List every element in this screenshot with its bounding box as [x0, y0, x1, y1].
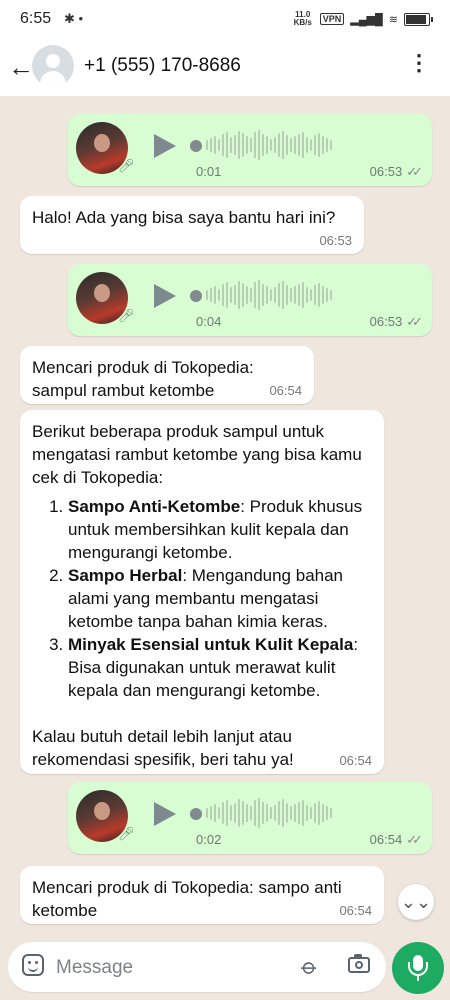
message-time: 06:53 ✓✓ — [369, 164, 423, 179]
message-time: 06:53 ✓✓ — [369, 314, 423, 329]
voice-message[interactable]: 🎤︎ 0:01 06:53 ✓✓ — [68, 114, 432, 186]
mic-icon: 🎤︎ — [118, 158, 135, 173]
slack-icon: ✱ • — [64, 11, 84, 26]
list-item: Sampo Anti-Ketombe: Produk khusus untuk … — [68, 495, 372, 564]
seek-handle[interactable] — [190, 808, 202, 820]
message-text: Mencari produk di Tokopedia: sampo anti … — [32, 878, 342, 920]
net-speed: 11.0 KB/s — [293, 10, 312, 27]
message-time: 06:54 — [339, 903, 372, 918]
list-item-title: Minyak Esensial untuk Kulit Kepala — [68, 635, 354, 654]
attach-icon[interactable]: ⌀ — [295, 953, 323, 981]
mic-icon: 🎤︎ — [118, 308, 135, 323]
list-intro: Berikut beberapa produk sampul untuk men… — [32, 422, 362, 487]
status-right-group: 11.0 KB/s VPN ▂▄▆█ ≋ — [292, 10, 433, 27]
seek-handle[interactable] — [190, 290, 202, 302]
camera-icon[interactable] — [348, 954, 370, 973]
list-item-title: Sampo Herbal — [68, 566, 183, 585]
avatar[interactable] — [32, 45, 74, 87]
seek-handle[interactable] — [190, 140, 202, 152]
incoming-message[interactable]: Mencari produk di Tokopedia: sampul ramb… — [20, 346, 314, 404]
read-ticks-icon: ✓✓ — [406, 832, 423, 847]
list-item-title: Sampo Anti-Ketombe — [68, 497, 241, 516]
waveform[interactable] — [206, 796, 414, 830]
incoming-message[interactable]: Mencari produk di Tokopedia: sampo anti … — [20, 866, 384, 924]
voice-message[interactable]: 🎤︎ 0:04 06:53 ✓✓ — [68, 264, 432, 336]
battery-icon — [404, 12, 433, 26]
message-time: 06:54 — [269, 383, 302, 398]
more-vert-icon[interactable]: ⋮ — [408, 52, 430, 74]
message-time: 06:53 — [319, 233, 352, 248]
message-composer: ⌀ — [8, 942, 386, 992]
message-time: 06:54 ✓✓ — [369, 832, 423, 847]
play-icon[interactable] — [154, 134, 176, 158]
incoming-message[interactable]: Berikut beberapa produk sampul untuk men… — [20, 410, 384, 774]
voice-message[interactable]: 🎤︎ 0:02 06:54 ✓✓ — [68, 782, 432, 854]
back-arrow-icon[interactable]: ← — [8, 52, 34, 83]
signal-icon: ▂▄▆█ — [350, 13, 383, 26]
list-item: Minyak Esensial untuk Kulit Kepala: Bisa… — [68, 633, 372, 702]
contact-name[interactable]: +1 (555) 170-8686 — [84, 55, 241, 77]
message-text: Halo! Ada yang bisa saya bantu hari ini? — [32, 208, 336, 227]
read-ticks-icon: ✓✓ — [406, 164, 423, 179]
voice-duration: 0:01 — [196, 164, 222, 179]
status-time: 6:55 — [20, 10, 52, 27]
message-text: Berikut beberapa produk sampul untuk men… — [20, 410, 384, 771]
wifi-icon: ≋ — [388, 13, 398, 26]
message-input[interactable] — [54, 950, 278, 986]
chat-area[interactable]: 🎤︎ 0:01 06:53 ✓✓ Halo! Ada yang bisa saya… — [0, 96, 450, 940]
waveform[interactable] — [206, 128, 414, 162]
scroll-down-icon[interactable]: ⌄⌄ — [398, 884, 434, 920]
emoji-sticker-icon[interactable] — [22, 954, 44, 976]
play-icon[interactable] — [154, 284, 176, 308]
incoming-message[interactable]: Halo! Ada yang bisa saya bantu hari ini?… — [20, 196, 364, 254]
list-outro: Kalau butuh detail lebih lanjut atau rek… — [32, 727, 294, 769]
list-item: Sampo Herbal: Mengandung bahan alami yan… — [68, 564, 372, 633]
read-ticks-icon: ✓✓ — [406, 314, 423, 329]
voice-duration: 0:02 — [196, 832, 222, 847]
mic-button[interactable] — [392, 942, 444, 994]
voice-duration: 0:04 — [196, 314, 222, 329]
vpn-badge: VPN — [319, 13, 345, 25]
message-time: 06:54 — [339, 753, 372, 768]
product-list: Sampo Anti-Ketombe: Produk khusus untuk … — [32, 495, 372, 702]
play-icon[interactable] — [154, 802, 176, 826]
status-bar: 6:55 ✱ • 11.0 KB/s VPN ▂▄▆█ ≋ — [0, 0, 450, 38]
mic-icon: 🎤︎ — [118, 826, 135, 841]
chat-header: ← +1 (555) 170-8686 ⋮ — [0, 38, 450, 96]
waveform[interactable] — [206, 278, 414, 312]
